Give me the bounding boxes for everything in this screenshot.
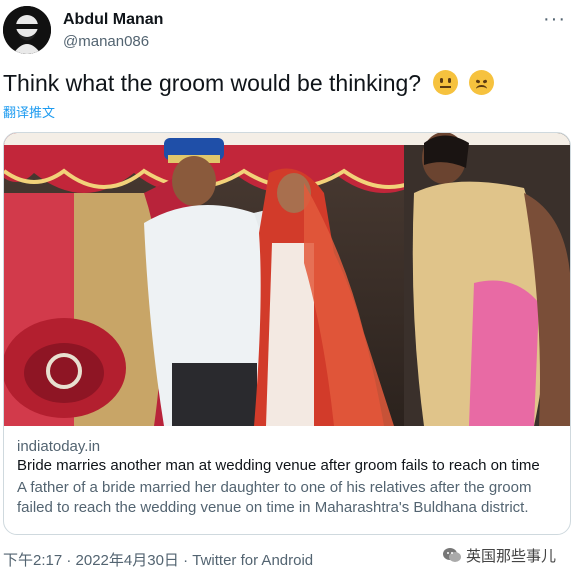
article-photo xyxy=(4,133,570,426)
translate-tweet-link[interactable]: 翻译推文 xyxy=(3,102,55,121)
tweet-text: Think what the groom would be thinking? xyxy=(3,70,494,97)
card-info: indiatoday.in Bride marries another man … xyxy=(17,437,557,518)
avatar[interactable] xyxy=(3,6,51,54)
watermark-text: 英国那些事儿 xyxy=(465,548,556,565)
card-title: Bride marries another man at wedding ven… xyxy=(17,457,540,474)
watermark: 英国那些事儿 xyxy=(442,545,556,566)
tweet-header: Abdul Manan @manan086 ··· xyxy=(0,0,574,62)
display-name[interactable]: Abdul Manan xyxy=(63,11,163,29)
wechat-icon xyxy=(442,548,461,562)
link-preview-card[interactable]: indiatoday.in Bride marries another man … xyxy=(3,132,571,535)
disappointed-face-emoji xyxy=(468,70,494,95)
card-domain: indiatoday.in xyxy=(17,438,101,455)
tweet-timestamp[interactable]: 下午2:17 · 2022年4月30日 · Twitter for Androi… xyxy=(3,549,313,570)
user-handle[interactable]: @manan086 xyxy=(63,33,149,50)
tweet-body: Think what the groom would be thinking? xyxy=(3,70,422,96)
more-options-icon[interactable]: ··· xyxy=(543,8,566,31)
card-description: A father of a bride married her daughter… xyxy=(17,479,532,516)
avatar-image xyxy=(3,6,51,54)
neutral-face-emoji xyxy=(433,70,459,95)
